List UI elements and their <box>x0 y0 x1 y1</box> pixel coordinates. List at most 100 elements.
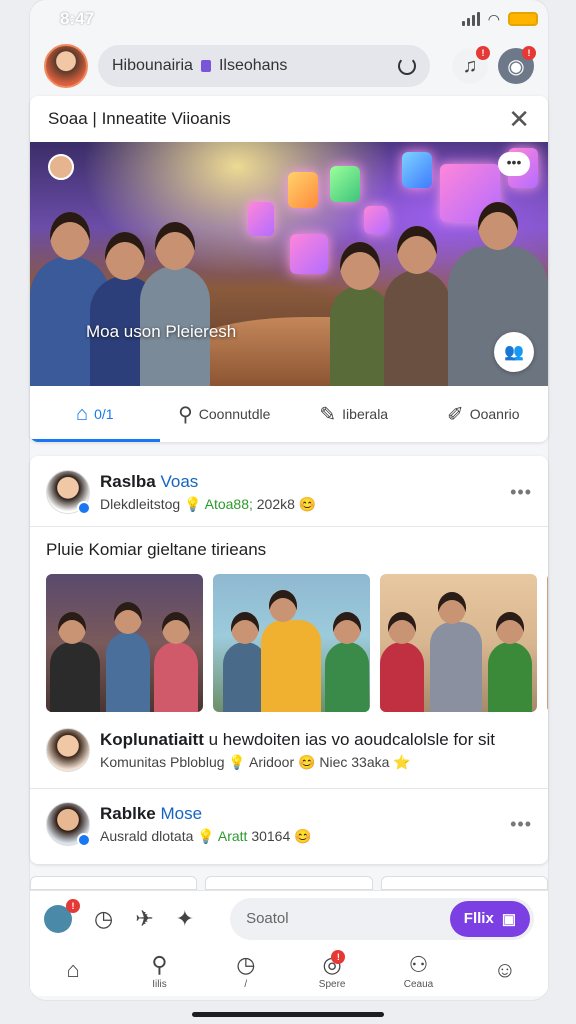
tab-ooanrio[interactable]: ✐ Ooanrio <box>419 386 549 442</box>
notification-badge: ! <box>476 46 490 60</box>
close-icon[interactable]: ✕ <box>508 104 530 135</box>
nav-spere[interactable]: ◎ ! Spere <box>289 946 375 996</box>
tab-home[interactable]: ⌂ 0/1 <box>30 386 160 442</box>
person-figure <box>384 270 450 386</box>
person-figure <box>430 592 482 712</box>
status-time: 8:47 <box>60 9 95 28</box>
more-options-icon[interactable]: ••• <box>510 482 532 503</box>
user-icon: ☺ <box>493 957 517 982</box>
person-figure <box>325 612 369 712</box>
profile-avatar[interactable] <box>44 44 88 88</box>
person-figure <box>106 602 150 712</box>
composer-placeholder: Soatol <box>246 910 289 927</box>
tab-ooanrio-label: Ooanrio <box>469 406 520 422</box>
photo-gallery <box>46 574 548 712</box>
hologram-tile <box>248 202 274 236</box>
home-indicator <box>192 1012 384 1017</box>
composer-bar: ! ◷ ✈ ✦ Soatol Fllix ▣ <box>30 890 548 946</box>
story-icon[interactable]: ! <box>44 898 80 933</box>
person-figure <box>50 612 100 712</box>
gallery-photo[interactable] <box>213 574 370 712</box>
post-author[interactable]: Koplunatiaitt u hewdoiten ias vo aoudcal… <box>100 730 532 750</box>
post-header[interactable]: Koplunatiaitt u hewdoiten ias vo aoudcal… <box>46 728 532 772</box>
sparkle-icon[interactable]: ✦ <box>176 906 194 932</box>
tab-community[interactable]: ⚲ Coonnutdle <box>160 386 290 442</box>
hologram-tile <box>330 166 360 202</box>
featured-card-header: Soaa | Inneatite Viioanis ✕ <box>30 96 548 142</box>
post-author[interactable]: Rablke Mose <box>100 804 500 824</box>
verified-icon <box>77 501 91 515</box>
post-meta: Ausrald dlotata 💡 Aratt 30164 😊 <box>100 827 312 844</box>
more-options-icon[interactable]: ••• <box>510 814 532 835</box>
person-figure <box>380 612 424 712</box>
tab-liberala-label: Iiberala <box>342 406 389 422</box>
bird-icon[interactable]: ✈ <box>135 906 153 932</box>
messages-button[interactable]: ◉ ! <box>498 46 536 84</box>
nav-home[interactable]: ⌂ <box>30 946 116 996</box>
composer-input[interactable]: Soatol Fllix ▣ <box>230 897 534 940</box>
person-figure <box>154 612 198 712</box>
refresh-icon[interactable] <box>398 57 416 75</box>
chat-icon: ◉ <box>507 55 525 78</box>
peek-card[interactable] <box>30 876 198 890</box>
messages-badge: ! <box>522 46 536 60</box>
bottom-nav: ⌂ ⚲ Iilis ◷ / ◎ ! Spere ⚇ Ceaua ☺ <box>30 946 548 996</box>
nav-history[interactable]: ◷ / <box>203 946 289 996</box>
featured-card-title: Soaa | Inneatite Viioanis <box>48 109 231 128</box>
send-button[interactable]: Fllix ▣ <box>449 900 530 937</box>
battery-icon <box>508 12 538 26</box>
gallery-photo[interactable] <box>46 574 203 712</box>
hologram-tile <box>288 172 318 208</box>
post-meta: Dlekdleitstog 💡 Atoa88; 202k8 😊 <box>100 495 317 512</box>
person-figure <box>261 590 321 712</box>
post-header[interactable]: Raslba Voas Dlekdleitstog 💡 Atoa88; 202k… <box>46 470 532 515</box>
nav-search[interactable]: ⚲ Iilis <box>116 946 202 996</box>
clock-icon: ◷ <box>236 951 256 977</box>
post-header[interactable]: Rablke Mose Ausrald dlotata 💡 Aratt 3016… <box>46 802 532 847</box>
signal-icon <box>461 12 480 26</box>
people-icon: 👥 <box>504 344 524 361</box>
verified-icon <box>77 833 91 847</box>
hologram-tile <box>364 206 388 234</box>
post-info: Rablke Mose Ausrald dlotata 💡 Aratt 3016… <box>100 804 500 845</box>
chat-bubble-icon[interactable]: ••• <box>498 152 530 176</box>
image-avatar[interactable] <box>48 154 74 180</box>
featured-image[interactable]: ••• Moa uson Pleieresh 👥 <box>30 142 548 386</box>
clock-icon[interactable]: ◷ <box>94 906 113 932</box>
image-overlay-text: Moa uson Pleieresh <box>86 322 237 341</box>
nav-profile[interactable]: ⚇ Ceaua <box>375 946 461 996</box>
tab-liberala[interactable]: ✎ Iiberala <box>289 386 419 442</box>
person-icon: ⚇ <box>408 951 429 977</box>
search-text: Hibounairia <box>112 57 193 74</box>
peek-card[interactable] <box>380 876 548 890</box>
notification-button[interactable]: ♫ ! <box>452 46 490 84</box>
gallery-photo[interactable] <box>380 574 537 712</box>
hologram-tile <box>290 234 328 274</box>
person-figure <box>488 612 532 712</box>
nav-account[interactable]: ☺ <box>462 946 548 996</box>
gallery-photo-peek[interactable] <box>547 574 548 712</box>
tab-home-label: 0/1 <box>94 406 114 422</box>
floating-action-button[interactable]: 👥 <box>494 332 534 372</box>
post-author[interactable]: Raslba Voas <box>100 472 500 492</box>
post-avatar[interactable] <box>46 802 91 847</box>
divider <box>30 526 548 527</box>
post-meta: Komunitas Pbloblug 💡 Aridoor 😊 Niec 33ak… <box>100 753 411 770</box>
featured-card: Soaa | Inneatite Viioanis ✕ ••• Moa uson… <box>30 96 548 442</box>
search-suffix: Ilseohans <box>218 57 288 74</box>
pen-icon: ✐ <box>446 403 464 426</box>
search-icon: ⚲ <box>178 403 193 426</box>
divider <box>30 788 548 789</box>
post-avatar[interactable] <box>46 728 90 772</box>
search-bar[interactable]: Hibounairia Ilseohans <box>98 45 430 87</box>
tab-community-label: Coonnutdle <box>198 406 271 422</box>
post-info: Koplunatiaitt u hewdoiten ias vo aoudcal… <box>100 730 532 771</box>
header: Hibounairia Ilseohans ♫ ! ◉ ! <box>44 40 536 92</box>
document-icon: ▣ <box>501 910 516 928</box>
peek-card[interactable] <box>205 876 373 890</box>
hologram-tile <box>402 152 432 188</box>
post-avatar[interactable] <box>46 470 91 515</box>
wifi-icon: ◠ <box>487 10 500 27</box>
search-icon: ⚲ <box>151 951 168 977</box>
featured-tabs: ⌂ 0/1 ⚲ Coonnutdle ✎ Iiberala ✐ Ooanrio <box>30 386 548 442</box>
